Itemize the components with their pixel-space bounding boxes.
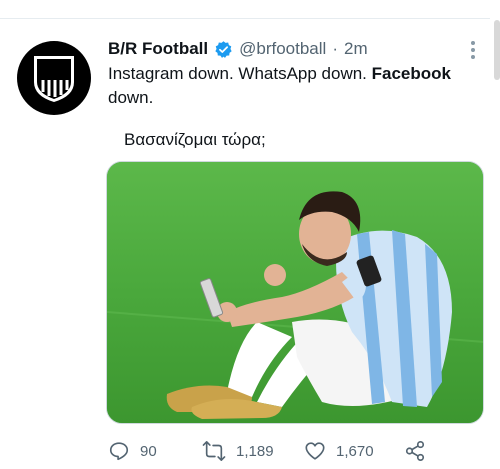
- tweet-text-bold: Facebook: [371, 64, 451, 83]
- author-handle[interactable]: @brfootball: [239, 39, 326, 59]
- tweet-card[interactable]: B/R Football @brfootball · 2m Instagram …: [0, 19, 490, 469]
- share-button[interactable]: [404, 439, 426, 463]
- like-icon: [304, 440, 326, 462]
- like-count: 1,670: [336, 442, 374, 460]
- retweet-count: 1,189: [236, 442, 274, 460]
- tweet-text-part2: down.: [108, 88, 154, 107]
- tweet-text-part1: Instagram down. WhatsApp down.: [108, 64, 372, 83]
- separator-dot: ·: [332, 39, 338, 58]
- author-name[interactable]: B/R Football: [108, 39, 208, 59]
- tweet-text: Instagram down. WhatsApp down. Facebook …: [108, 62, 468, 110]
- avatar[interactable]: [17, 41, 91, 115]
- reply-button[interactable]: 90: [108, 439, 157, 463]
- reply-count: 90: [140, 442, 157, 460]
- share-icon: [404, 440, 426, 462]
- reply-icon: [108, 440, 130, 462]
- retweet-icon: [202, 440, 226, 462]
- timestamp[interactable]: 2m: [344, 39, 368, 59]
- quote-text: Βασανίζομαι τώρα;: [124, 130, 266, 149]
- verified-badge-icon: [214, 40, 233, 59]
- tweet-header: B/R Football @brfootball · 2m: [108, 38, 368, 60]
- br-logo-icon: [34, 56, 74, 102]
- more-options-icon[interactable]: [467, 39, 479, 61]
- retweet-button[interactable]: 1,189: [202, 439, 274, 463]
- tweet-actions: 90 1,189 1,670: [108, 439, 438, 463]
- scrollbar[interactable]: [494, 20, 500, 80]
- tweet-image[interactable]: [106, 161, 484, 424]
- football-player-photo: [107, 162, 483, 423]
- like-button[interactable]: 1,670: [304, 439, 374, 463]
